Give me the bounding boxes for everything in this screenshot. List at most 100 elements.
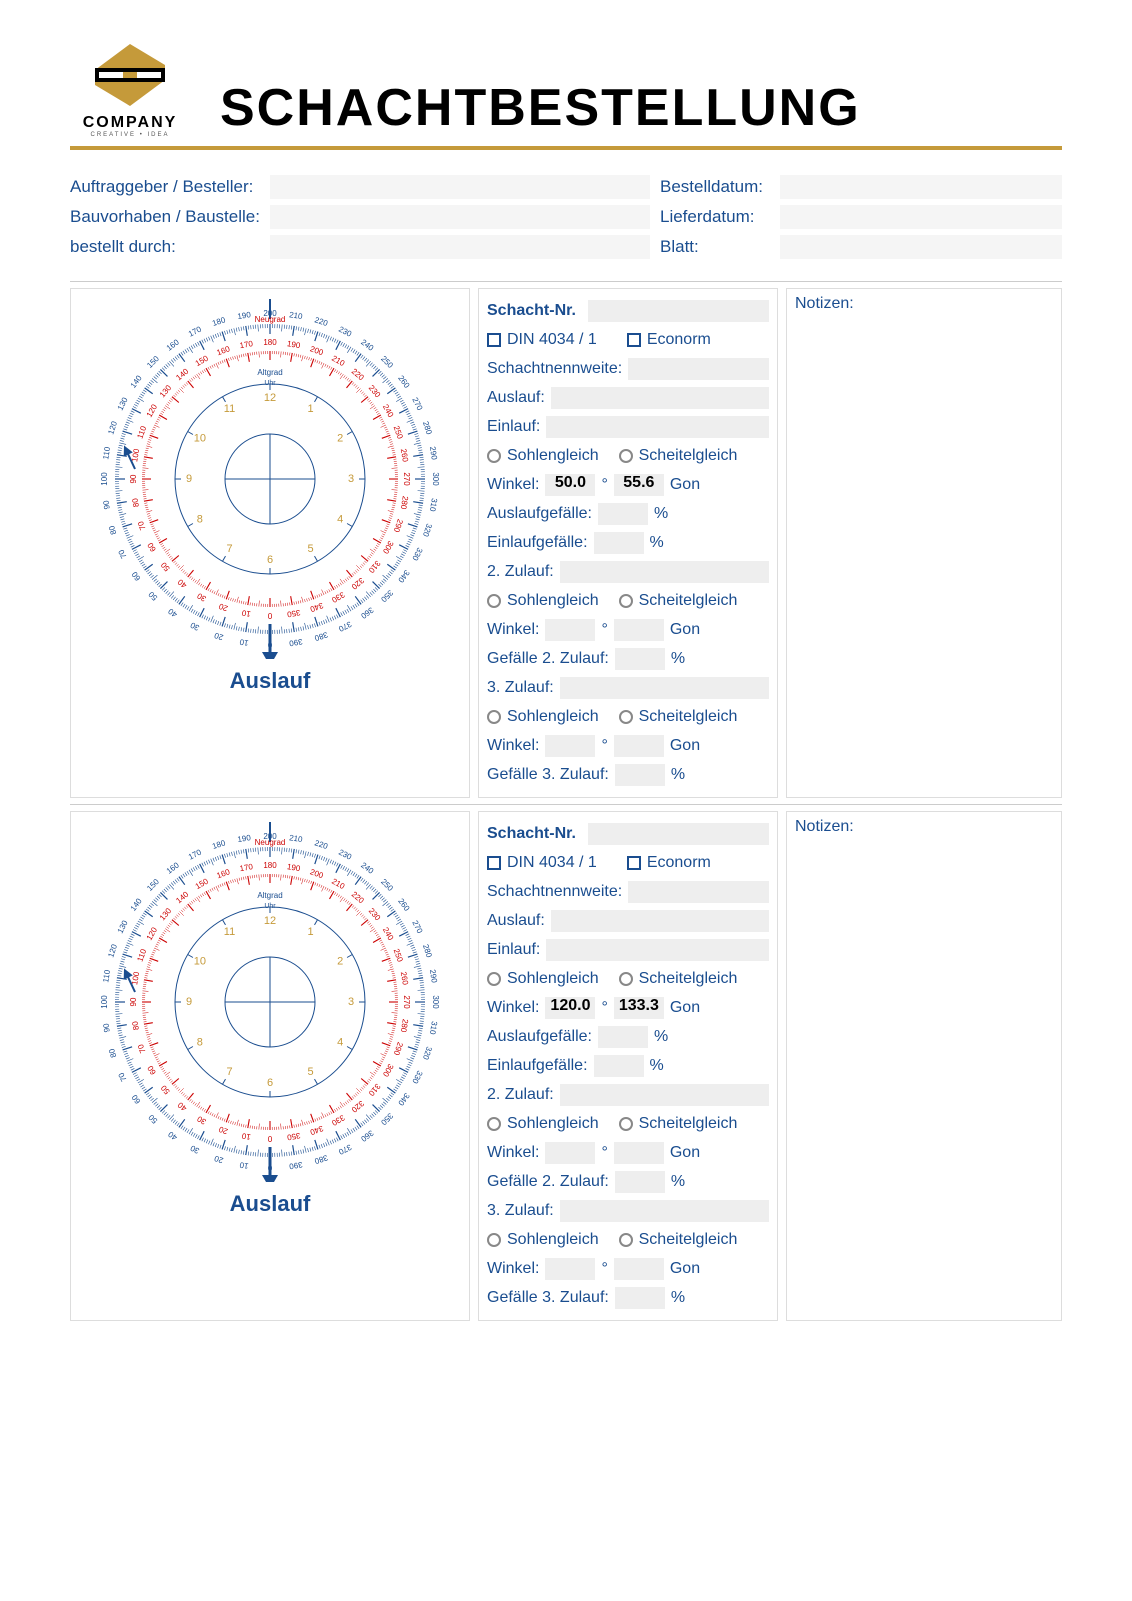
winkel3-gon-input[interactable]	[614, 735, 664, 757]
angle-dial: 1401501601701801902002102202302402502602…	[90, 299, 450, 659]
svg-text:2: 2	[337, 955, 343, 967]
winkel3-deg-input[interactable]	[545, 1258, 595, 1280]
svg-text:11: 11	[224, 926, 235, 938]
sohlengleich-radio[interactable]	[487, 449, 501, 463]
din-checkbox[interactable]	[487, 333, 501, 347]
svg-text:140: 140	[129, 373, 144, 390]
svg-text:40: 40	[166, 1129, 179, 1142]
scheitelgleich-radio[interactable]	[619, 449, 633, 463]
svg-text:Uhr: Uhr	[264, 380, 276, 387]
svg-text:120: 120	[106, 943, 119, 959]
auslaufgef-input[interactable]	[598, 503, 648, 525]
svg-text:200: 200	[309, 344, 325, 357]
schacht-nr-input[interactable]	[588, 823, 769, 845]
einlauf-input[interactable]	[546, 939, 769, 961]
scheitelgleich-radio[interactable]	[619, 972, 633, 986]
bauvorhaben-input[interactable]	[270, 205, 650, 229]
winkel-deg-value[interactable]: 50.0	[545, 474, 595, 496]
svg-text:360: 360	[359, 605, 376, 620]
notes-box[interactable]: Notizen:	[786, 288, 1062, 798]
winkel-deg-value[interactable]: 120.0	[545, 997, 595, 1019]
auslauf-input[interactable]	[551, 910, 769, 932]
svg-text:140: 140	[129, 896, 144, 913]
sohlengleich2-radio[interactable]	[487, 1117, 501, 1131]
gef3-input[interactable]	[615, 1287, 665, 1309]
gef2-label: Gefälle 2. Zulauf:	[487, 1173, 609, 1191]
svg-text:290: 290	[391, 1041, 404, 1057]
scheitelgleich2-radio[interactable]	[619, 594, 633, 608]
svg-text:320: 320	[349, 576, 365, 592]
notes-box[interactable]: Notizen:	[786, 811, 1062, 1321]
zulauf3-input[interactable]	[560, 1200, 769, 1222]
einlauf-input[interactable]	[546, 416, 769, 438]
din-checkbox[interactable]	[487, 856, 501, 870]
svg-text:260: 260	[396, 374, 411, 391]
gef3-input[interactable]	[615, 764, 665, 786]
winkel3-gon-input[interactable]	[614, 1258, 664, 1280]
svg-text:290: 290	[428, 446, 439, 461]
econorm-checkbox[interactable]	[627, 856, 641, 870]
svg-text:250: 250	[392, 425, 405, 441]
svg-text:390: 390	[288, 637, 303, 648]
svg-text:30: 30	[195, 1114, 208, 1127]
gef2-input[interactable]	[615, 648, 665, 670]
svg-text:240: 240	[381, 926, 396, 943]
svg-text:70: 70	[136, 1042, 148, 1054]
nennweite-input[interactable]	[628, 358, 769, 380]
winkel3-deg-input[interactable]	[545, 735, 595, 757]
dial-box: 1401501601701801902002102202302402502602…	[70, 288, 470, 798]
svg-text:380: 380	[313, 1153, 329, 1166]
blatt-input[interactable]	[780, 235, 1062, 259]
svg-text:90: 90	[129, 997, 138, 1006]
shaft-form: Schacht-Nr. DIN 4034 / 1 Econorm Schacht…	[478, 288, 778, 798]
zulauf2-input[interactable]	[560, 1084, 769, 1106]
zulauf3-input[interactable]	[560, 677, 769, 699]
svg-text:280: 280	[421, 420, 434, 436]
schacht-nr-input[interactable]	[588, 300, 769, 322]
auftraggeber-input[interactable]	[270, 175, 650, 199]
winkel2-gon-input[interactable]	[614, 1142, 664, 1164]
bestellt-input[interactable]	[270, 235, 650, 259]
econorm-checkbox[interactable]	[627, 333, 641, 347]
einlaufgef-input[interactable]	[594, 532, 644, 554]
winkel2-deg-input[interactable]	[545, 1142, 595, 1164]
bestelldatum-input[interactable]	[780, 175, 1062, 199]
sohlengleich3-radio[interactable]	[487, 1233, 501, 1247]
svg-text:350: 350	[379, 588, 395, 604]
svg-text:300: 300	[431, 995, 440, 1009]
scheitelgleich2-radio[interactable]	[619, 1117, 633, 1131]
winkel-gon-value[interactable]: 55.6	[614, 474, 664, 496]
svg-text:50: 50	[159, 1083, 172, 1096]
einlaufgef-input[interactable]	[594, 1055, 644, 1077]
svg-text:300: 300	[431, 472, 440, 486]
sohlengleich2-radio[interactable]	[487, 594, 501, 608]
scheitelgleich3-radio[interactable]	[619, 1233, 633, 1247]
svg-text:110: 110	[135, 947, 148, 963]
auslauf-input[interactable]	[551, 387, 769, 409]
winkel2-deg-input[interactable]	[545, 619, 595, 641]
zulauf2-input[interactable]	[560, 561, 769, 583]
svg-text:100: 100	[100, 995, 109, 1009]
svg-text:280: 280	[421, 943, 434, 959]
einlauf-label: Einlauf:	[487, 941, 540, 959]
winkel2-gon-input[interactable]	[614, 619, 664, 641]
svg-text:210: 210	[330, 877, 347, 892]
gef2-input[interactable]	[615, 1171, 665, 1193]
svg-text:230: 230	[337, 848, 353, 862]
nennweite-input[interactable]	[628, 881, 769, 903]
svg-text:120: 120	[106, 420, 119, 436]
svg-text:180: 180	[263, 338, 277, 347]
svg-text:4: 4	[337, 1036, 343, 1048]
svg-text:50: 50	[146, 589, 159, 602]
scheitelgleich3-radio[interactable]	[619, 710, 633, 724]
svg-text:120: 120	[145, 402, 160, 419]
sohlengleich3-radio[interactable]	[487, 710, 501, 724]
winkel-label: Winkel:	[487, 476, 539, 494]
lieferdatum-input[interactable]	[780, 205, 1062, 229]
svg-text:170: 170	[239, 339, 254, 350]
winkel-gon-value[interactable]: 133.3	[614, 997, 664, 1019]
svg-text:50: 50	[146, 1112, 159, 1125]
sohlengleich-radio[interactable]	[487, 972, 501, 986]
svg-text:200: 200	[309, 867, 325, 880]
auslaufgef-input[interactable]	[598, 1026, 648, 1048]
